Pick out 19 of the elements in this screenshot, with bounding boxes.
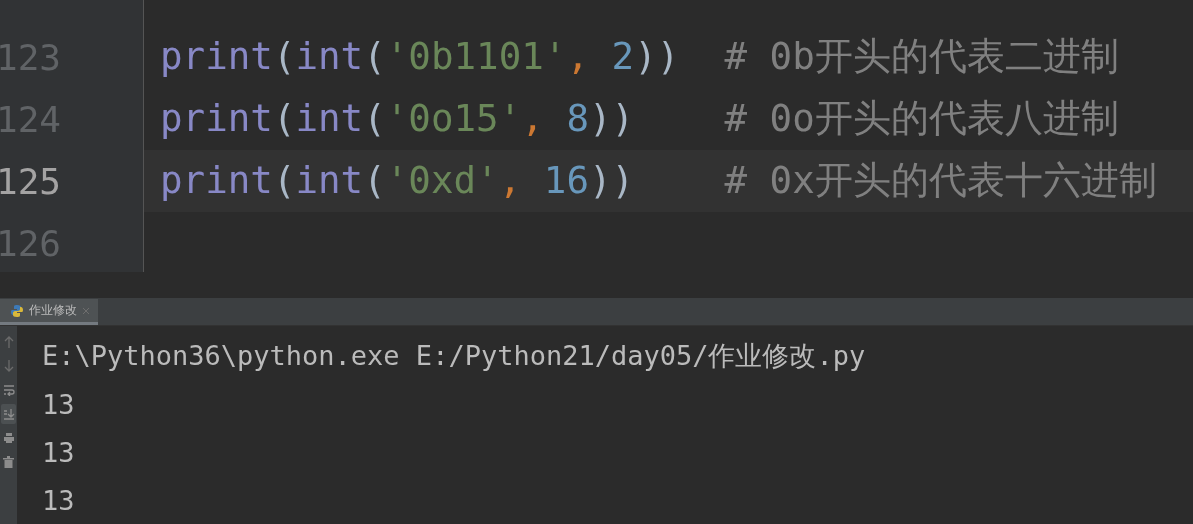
code-text: print(int('0o15', 8)) # 0o开头的代表八进制	[160, 95, 1119, 142]
run-tab[interactable]: 作业修改	[0, 299, 98, 325]
close-icon[interactable]	[82, 306, 90, 315]
soft-wrap-icon	[2, 384, 15, 396]
print-icon	[2, 432, 15, 444]
tab-label: 作业修改	[29, 302, 77, 319]
output-line: 13	[42, 387, 76, 422]
line-number: 125	[0, 160, 62, 202]
toolbar-button[interactable]	[1, 404, 16, 424]
code-text: print(int('0xd', 16)) # 0x开头的代表十六进制	[160, 157, 1157, 204]
output-line: 13	[42, 435, 76, 470]
trash-icon	[3, 456, 14, 468]
output-line: 13	[42, 483, 76, 518]
down-arrow-icon	[2, 359, 15, 373]
python-icon	[10, 303, 24, 318]
code-text: print(int('0b1101', 2)) # 0b开头的代表二进制	[160, 33, 1119, 80]
output-line: E:\Python36\python.exe E:/Python21/day05/作业修改.py	[42, 339, 867, 373]
scroll-to-end-icon	[2, 408, 15, 420]
up-arrow-icon	[2, 335, 15, 349]
